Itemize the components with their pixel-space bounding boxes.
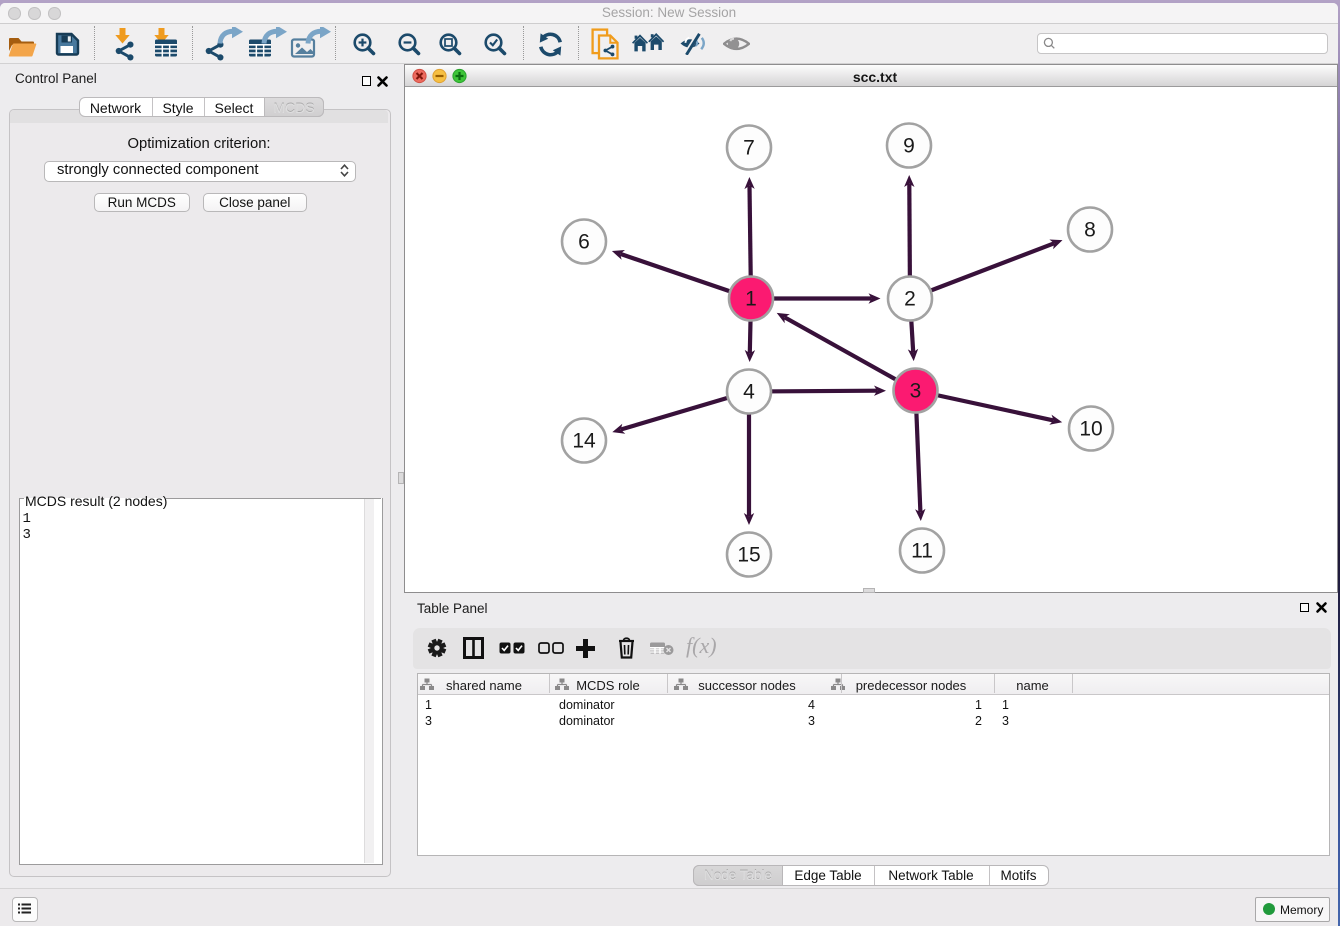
svg-text:10: 10 xyxy=(1079,417,1102,440)
svg-text:1: 1 xyxy=(745,287,757,310)
svg-text:7: 7 xyxy=(743,136,755,159)
svg-text:11: 11 xyxy=(911,539,933,562)
svg-text:14: 14 xyxy=(572,429,596,452)
svg-text:3: 3 xyxy=(910,379,922,402)
svg-text:9: 9 xyxy=(903,134,915,157)
svg-text:8: 8 xyxy=(1084,218,1096,241)
svg-text:2: 2 xyxy=(904,287,916,310)
svg-text:15: 15 xyxy=(737,543,760,566)
svg-text:6: 6 xyxy=(578,230,590,253)
svg-text:4: 4 xyxy=(743,380,755,403)
